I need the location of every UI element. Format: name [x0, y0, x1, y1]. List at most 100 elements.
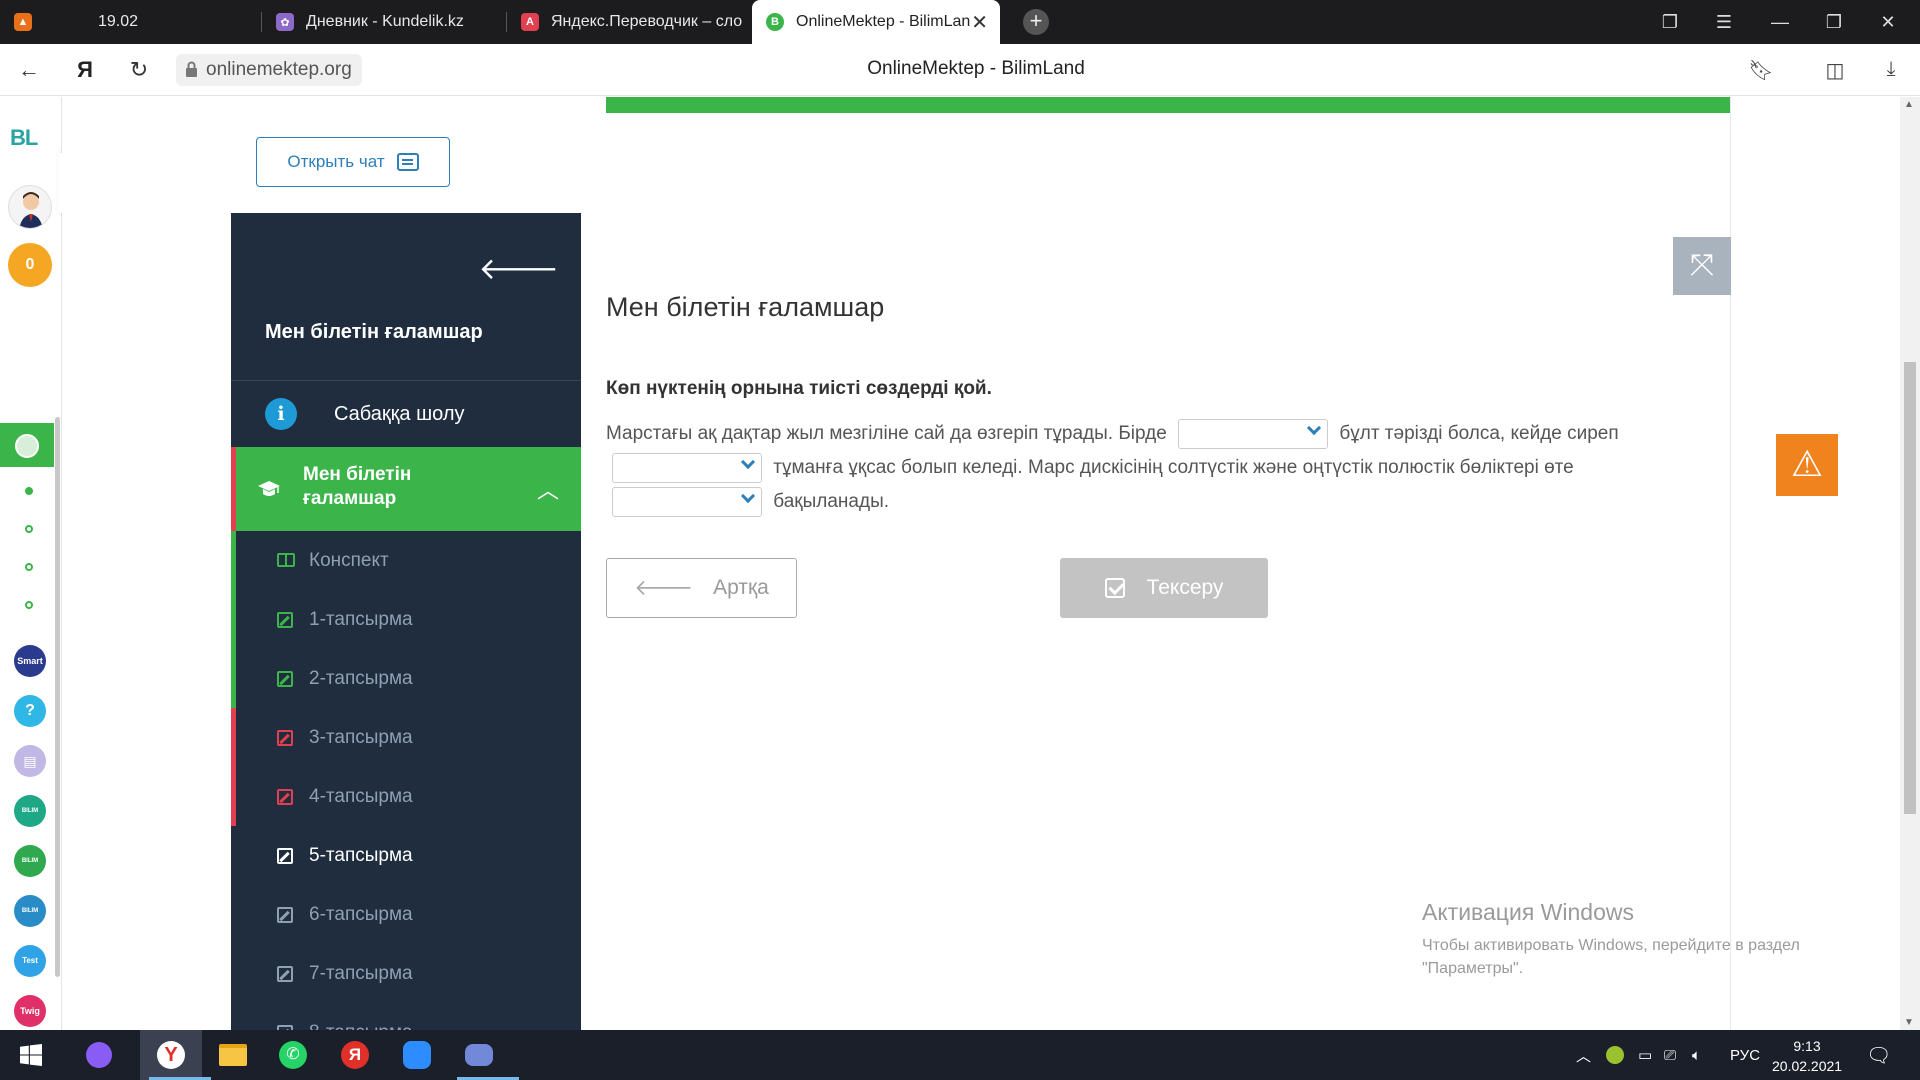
sidebar-item-task-1[interactable]: 1-тапсырма	[231, 590, 581, 649]
sidebar-item-task-5[interactable]: 5-тапсырма	[231, 826, 581, 885]
book-icon	[277, 552, 295, 569]
rail-dot[interactable]	[25, 525, 33, 533]
answer-dropdown-3[interactable]	[612, 486, 762, 517]
windows-start-icon[interactable]	[12, 1037, 50, 1073]
smart-nation-icon[interactable]: Smart Nation	[14, 645, 46, 698]
task-text-part: бұлт тәрізді болса, кейде сиреп	[1339, 423, 1619, 444]
avatar[interactable]	[8, 185, 52, 229]
help-icon[interactable]: ?	[14, 695, 46, 727]
sidebar-item-label: 7-тапсырма	[309, 962, 413, 984]
notifications-icon[interactable]: 🗨︎	[1866, 1030, 1891, 1080]
chevron-up-icon[interactable]: ︿	[537, 473, 559, 505]
sidebar-item-overview[interactable]: i Сабаққа шолу	[231, 381, 581, 447]
show-hidden-icons-chevron-icon[interactable]: ︿	[1576, 1030, 1591, 1080]
minimize-icon[interactable]: —	[1758, 0, 1802, 44]
edit-icon	[277, 788, 295, 805]
bilim-book-icon[interactable]: BILIM Book	[14, 895, 46, 946]
collapse-sidebar-arrow-icon[interactable]: 🡐	[479, 251, 559, 287]
student-avatar-icon	[19, 192, 43, 228]
twig-icon[interactable]: Twig	[14, 995, 46, 1027]
clock[interactable]: 9:13 20.02.2021	[1772, 1036, 1842, 1076]
sidebar-item-label: 8-тапсырма	[309, 1022, 413, 1031]
network-icon[interactable]: ⎚	[1664, 1030, 1676, 1080]
edit-icon	[277, 611, 295, 628]
tray-app-icon[interactable]	[1606, 1030, 1624, 1080]
rail-dot[interactable]	[25, 601, 33, 609]
browser-tab-strip: ▲ 19.02 ✿ Дневник - Kundelik.kz A Яндекс…	[0, 0, 1920, 44]
rail-scrollbar[interactable]	[55, 417, 60, 977]
restore-icon[interactable]: ❐	[1812, 0, 1856, 44]
bilimland-icon[interactable]: BILIM Land	[14, 845, 46, 896]
answer-dropdown-2[interactable]	[612, 452, 762, 483]
yandex-browser-icon[interactable]: Y	[149, 1037, 211, 1080]
browser-tab[interactable]: ✿ Дневник - Kundelik.kz	[262, 0, 507, 44]
check-button-label: Тексеру	[1146, 576, 1224, 599]
menu-icon[interactable]: ☰	[1702, 0, 1746, 44]
sidebar-item-label: 4-тапсырма	[309, 785, 413, 807]
alice-icon[interactable]	[80, 1037, 118, 1073]
download-icon[interactable]: ⤓	[1878, 58, 1904, 84]
sidebar-item-task-3[interactable]: 3-тапсырма	[231, 708, 581, 767]
rail-item-onlinemektep[interactable]	[0, 423, 54, 467]
extensions-icon[interactable]: ◫	[1822, 58, 1848, 84]
scroll-down-icon[interactable]: ▼	[1904, 1017, 1914, 1028]
checkbox-icon	[1104, 578, 1125, 598]
bilim-science-icon[interactable]: BILIM Science	[14, 795, 46, 846]
sidebar-item-task-4[interactable]: 4-тапсырма	[231, 767, 581, 826]
tab-title: Яндекс.Переводчик – сло	[551, 13, 743, 30]
zoom-icon[interactable]	[398, 1037, 436, 1073]
tab-favicon-icon: ✿	[276, 13, 294, 31]
report-warning-icon[interactable]: ⚠	[1776, 434, 1838, 496]
rail-dot[interactable]	[25, 487, 33, 495]
arrow-left-icon: 🡐	[634, 575, 694, 600]
sidebar-item-task-6[interactable]: 6-тапсырма	[231, 885, 581, 944]
sidebar-group-lesson[interactable]: Мен білетін ғаламшар ︿	[231, 447, 581, 531]
tab-favicon-icon: ▲	[14, 13, 32, 31]
answer-dropdown-1[interactable]	[1178, 418, 1329, 449]
chevron-down-icon	[740, 454, 756, 470]
collections-icon[interactable]: ❐	[1648, 0, 1692, 44]
sidebar-item-task-2[interactable]: 2-тапсырма	[231, 649, 581, 708]
task-text-part: тұманға ұқсас болып келеді. Марс дискісі…	[773, 457, 1574, 478]
browser-tab[interactable]: ▲ 19.02	[0, 0, 262, 44]
chevron-down-icon	[740, 488, 756, 504]
test-icon[interactable]: Test	[14, 945, 46, 977]
bookmark-icon[interactable]: 🔖︎	[1748, 58, 1774, 84]
clock-date: 20.02.2021	[1772, 1058, 1843, 1074]
open-chat-label: Открыть чат	[287, 152, 385, 171]
tab-title: 19.02	[98, 13, 139, 30]
sidebar-item-task-8[interactable]: 8-тапсырма	[231, 1003, 581, 1030]
language-indicator[interactable]: РУС	[1730, 1030, 1760, 1080]
whatsapp-icon[interactable]: ✆	[274, 1037, 312, 1073]
battery-icon[interactable]: ▭	[1638, 1030, 1652, 1080]
new-tab-button[interactable]: +	[1023, 9, 1049, 35]
bilimland-logo[interactable]: BL	[10, 125, 38, 151]
sidebar-item-konspekt[interactable]: Конспект	[231, 531, 581, 590]
news-icon[interactable]: ▤	[14, 745, 46, 777]
close-tab-icon[interactable]: ✕	[971, 10, 988, 35]
discord-icon[interactable]	[457, 1037, 519, 1080]
scrollbar-thumb[interactable]	[1904, 362, 1916, 814]
task-text: Марстағы ақ дақтар жыл мезгіліне сай да …	[606, 417, 1686, 519]
fullscreen-expand-icon[interactable]: ⤧	[1673, 237, 1731, 295]
task-title: Мен білетін ғаламшар	[606, 292, 885, 322]
close-window-icon[interactable]: ✕	[1866, 0, 1910, 44]
page-scrollbar[interactable]: ▲ ▼	[1900, 97, 1920, 1030]
scroll-up-icon[interactable]: ▲	[1904, 99, 1914, 110]
windows-taskbar: Y ✆ Я ︿ ▭ ⎚ 🔈︎ РУС 9:13 20.02.2021 🗨︎	[0, 1030, 1920, 1080]
graduation-cap-icon	[258, 481, 280, 496]
sidebar-item-task-7[interactable]: 7-тапсырма	[231, 944, 581, 1003]
coin-counter[interactable]: 0	[8, 243, 52, 287]
back-button[interactable]: 🡐 Артқа	[606, 558, 797, 618]
page-content: Открыть чат 🡐 Мен білетін ғаламшар i Саб…	[62, 97, 1900, 1030]
rail-dot[interactable]	[25, 563, 33, 571]
edit-icon	[277, 965, 295, 982]
file-explorer-icon[interactable]	[214, 1037, 252, 1073]
check-button[interactable]: Тексеру	[1060, 558, 1268, 618]
clock-time: 9:13	[1793, 1038, 1821, 1054]
open-chat-button[interactable]: Открыть чат	[256, 137, 450, 187]
browser-tab[interactable]: A Яндекс.Переводчик – сло	[507, 0, 749, 44]
browser-tab-active[interactable]: B OnlineMektep - BilimLan ✕	[752, 0, 1000, 44]
volume-icon[interactable]: 🔈︎	[1692, 1030, 1701, 1080]
yandex-icon[interactable]: Я	[336, 1037, 374, 1073]
